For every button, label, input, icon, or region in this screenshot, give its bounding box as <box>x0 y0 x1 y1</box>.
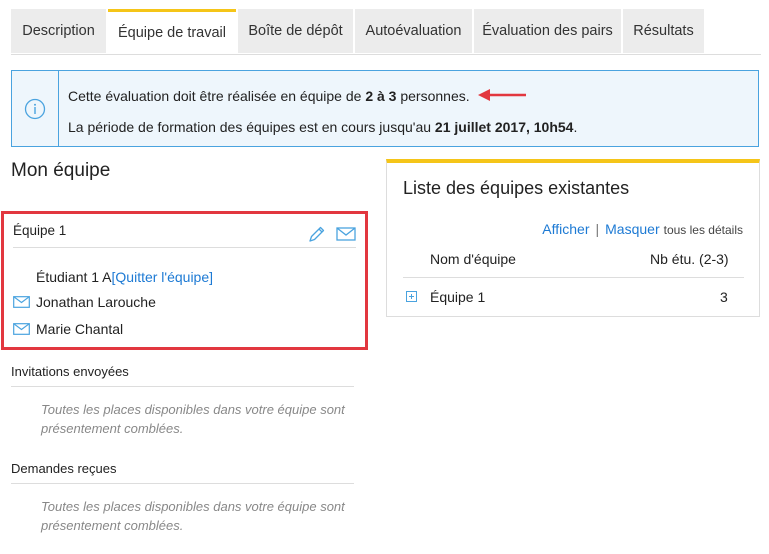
tab-resultats[interactable]: Résultats <box>623 9 704 53</box>
requests-message: Toutes les places disponibles dans votre… <box>41 499 345 533</box>
column-header-team-name: Nom d'équipe <box>430 251 516 267</box>
member-name: Jonathan Larouche <box>36 294 156 310</box>
current-student-name: Étudiant 1 A <box>36 269 112 285</box>
invitations-message: Toutes les places disponibles dans votre… <box>41 402 345 436</box>
teams-list-panel: Liste des équipes existantes Afficher | Ma… <box>386 159 760 317</box>
info-text: La période de formation des équipes est … <box>68 119 435 135</box>
show-details-link[interactable]: Afficher <box>542 221 589 237</box>
teams-list-title: Liste des équipes existantes <box>403 178 630 198</box>
team-name: Équipe 1 <box>13 223 67 238</box>
divider <box>11 483 354 484</box>
details-label: tous les détails <box>663 223 743 237</box>
info-deadline: La période de formation des équipes est … <box>68 119 577 135</box>
tab-boite-de-depot[interactable]: Boîte de dépôt <box>238 9 353 53</box>
quit-team-link[interactable]: [Quitter l'équipe] <box>112 269 214 285</box>
info-text: personnes. <box>396 88 470 104</box>
info-team-size-value: 2 à 3 <box>365 88 397 104</box>
hide-details-link[interactable]: Masquer <box>605 221 659 237</box>
divider <box>11 386 354 387</box>
info-text: Cette évaluation doit être réalisée en é… <box>68 88 366 104</box>
member-name: Marie Chantal <box>36 321 124 337</box>
mail-icon[interactable] <box>13 323 30 335</box>
separator: | <box>595 221 600 237</box>
pencil-icon[interactable] <box>307 224 327 244</box>
details-toggle: Afficher | Masquer tous les détails <box>542 221 743 237</box>
tab-bar: Description Équipe de travail Boîte de d… <box>11 9 761 55</box>
team-actions <box>307 224 357 244</box>
info-icon <box>24 98 46 119</box>
tab-equipe-de-travail[interactable]: Équipe de travail <box>108 9 236 54</box>
my-team-heading: Mon équipe <box>11 160 111 181</box>
info-icon-box <box>12 71 59 146</box>
arrow-left-icon <box>478 89 526 101</box>
team-card: Équipe 1 Étudiant 1 A [Quitter l'équipe]… <box>1 211 368 350</box>
column-header-student-count: Nb étu. (2-3) <box>650 251 729 267</box>
info-banner: Cette évaluation doit être réalisée en é… <box>11 70 759 147</box>
info-team-size: Cette évaluation doit être réalisée en é… <box>68 88 470 104</box>
expand-icon[interactable] <box>406 291 417 302</box>
team-row-name: Équipe 1 <box>430 289 486 305</box>
requests-heading: Demandes reçues <box>11 461 117 476</box>
tab-autoevaluation[interactable]: Autoévaluation <box>355 9 472 53</box>
current-student: Étudiant 1 A [Quitter l'équipe] <box>36 269 213 285</box>
tab-evaluation-des-pairs[interactable]: Évaluation des pairs <box>474 9 621 53</box>
mail-icon[interactable] <box>13 296 30 308</box>
divider <box>403 277 744 278</box>
team-member: Marie Chantal <box>13 321 123 337</box>
team-member: Jonathan Larouche <box>13 294 156 310</box>
team-row-count: 3 <box>720 289 728 305</box>
info-deadline-value: 21 juillet 2017, 10h54 <box>434 119 574 135</box>
mail-icon[interactable] <box>335 224 357 244</box>
divider <box>13 247 356 248</box>
info-text: . <box>573 119 578 135</box>
tab-description[interactable]: Description <box>11 9 106 53</box>
invitations-heading: Invitations envoyées <box>11 364 129 379</box>
